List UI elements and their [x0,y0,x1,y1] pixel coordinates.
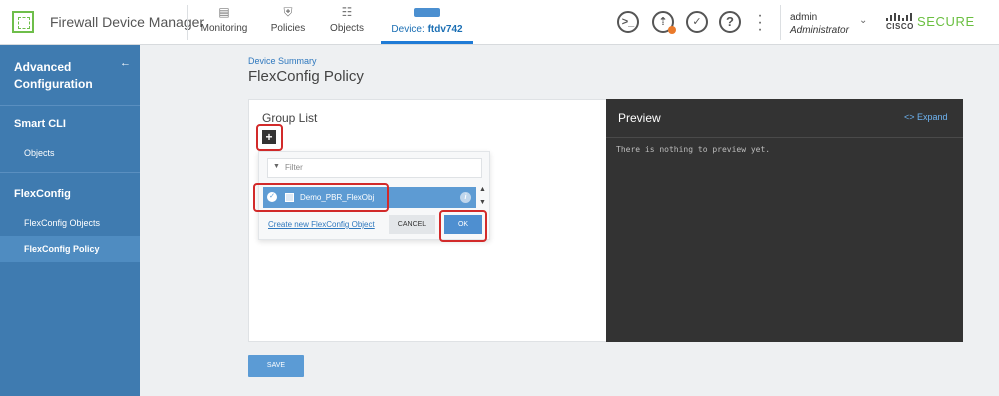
sidebar: Advanced Configuration ← Smart CLI Objec… [0,45,140,396]
nav-monitoring[interactable]: ▤ Monitoring [198,6,250,44]
nav-device-prefix: Device: [391,24,425,35]
create-flexconfig-object-link[interactable]: Create new FlexConfig Object [268,220,375,229]
info-icon[interactable]: i [460,192,471,203]
back-arrow-icon[interactable]: ← [120,57,131,69]
header-divider [780,5,781,40]
policies-icon: ⛨ [283,5,293,19]
cisco-wordmark: CISCO [886,22,914,31]
highlight-selected-object [253,183,389,212]
sidebar-divider [0,172,140,173]
expand-label: Expand [917,112,948,122]
objects-icon: ☷ [341,5,353,19]
nav-monitoring-label: Monitoring [200,23,248,34]
user-role[interactable]: Administrator [790,25,849,36]
more-options-icon[interactable]: · · · [756,8,764,38]
sidebar-section-smart-cli: Smart CLI [14,118,66,130]
preview-title: Preview [618,111,661,125]
task-list-icon[interactable]: ✓ [686,11,708,33]
sidebar-item-flexconfig-objects[interactable]: FlexConfig Objects [24,218,100,228]
expand-icon: <> [904,112,915,122]
nav-device[interactable]: Device: ftdv742 [381,6,473,44]
nav-device-name: ftdv742 [427,24,463,35]
fdm-logo-icon [12,11,34,33]
expand-link[interactable]: <> Expand [904,112,948,122]
sidebar-divider [0,105,140,106]
nav-objects[interactable]: ☷ Objects [325,6,369,44]
sidebar-item-objects[interactable]: Objects [24,148,55,158]
app-title: Firewall Device Manager [50,14,205,30]
active-tab-indicator [381,41,473,44]
sidebar-item-label: FlexConfig Policy [24,244,100,254]
nav-divider [187,5,188,40]
scroll-down-icon[interactable]: ▼ [479,199,486,206]
device-icon [414,8,440,17]
highlight-add-button [256,124,283,151]
preview-panel [606,99,963,342]
nav-policies[interactable]: ⛨ Policies [265,6,311,44]
breadcrumb-device-summary[interactable]: Device Summary [248,56,317,66]
nav-policies-label: Policies [270,23,306,34]
secure-wordmark: SECURE [917,14,975,29]
chevron-down-icon[interactable]: ⌄ [859,15,867,26]
cancel-button[interactable]: CANCEL [389,215,435,234]
sidebar-item-flexconfig-policy[interactable]: FlexConfig Policy [0,236,140,262]
user-name[interactable]: admin [790,12,817,23]
help-icon[interactable]: ? [719,11,741,33]
cli-console-icon[interactable]: >_ [617,11,639,33]
scroll-up-icon[interactable]: ▲ [479,186,486,193]
sidebar-title-text: Advanced Configuration [14,60,93,91]
deployment-icon[interactable]: ⇡ [652,11,676,34]
filter-icon: ▼ [273,163,280,170]
preview-divider [606,137,963,138]
page-title: FlexConfig Policy [248,68,364,85]
cisco-logo-icon [886,13,912,21]
nav-objects-label: Objects [330,23,364,34]
preview-empty-text: There is nothing to preview yet. [616,145,771,154]
sidebar-section-flexconfig: FlexConfig [14,188,71,200]
sidebar-title: Advanced Configuration [14,59,96,93]
highlight-ok-button [439,210,487,242]
filter-input[interactable] [285,160,475,175]
save-button[interactable]: SAVE [248,355,304,377]
monitoring-icon: ▤ [218,5,230,19]
group-list-title: Group List [262,111,318,125]
pending-changes-dot [668,26,676,34]
